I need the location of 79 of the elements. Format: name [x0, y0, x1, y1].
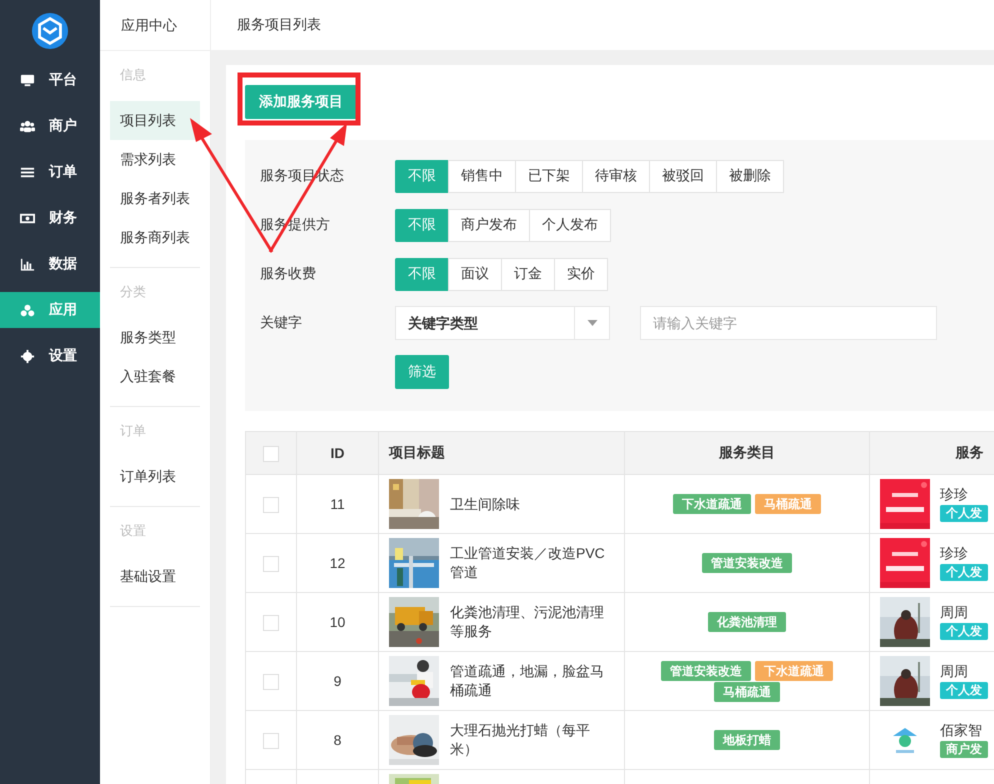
filter-option[interactable]: 面议 [448, 258, 502, 290]
provider-name: 周周 [940, 663, 968, 681]
nav-item[interactable]: 财务 [0, 200, 100, 236]
select-all-checkbox[interactable] [263, 446, 279, 462]
table-cell: 9 [334, 673, 342, 689]
keyword-input[interactable]: 请输入关键字 [640, 306, 937, 340]
filter-option[interactable]: 个人发布 [529, 208, 611, 242]
column-header: ID [330, 445, 344, 461]
table-cell: 10 [330, 614, 346, 630]
logo-icon [31, 12, 69, 50]
group-label: 分类 [119, 283, 147, 301]
provider-type-tag: 商户发 [940, 741, 988, 758]
provider-name: 珍珍 [940, 486, 968, 504]
column-header: 服务 [956, 444, 984, 460]
table-cell: 8 [334, 732, 342, 748]
provider-type-tag: 个人发 [940, 682, 988, 699]
provider-type-tag: 个人发 [940, 505, 988, 522]
row-checkbox[interactable] [263, 732, 279, 749]
filter-option[interactable]: 已下架 [515, 160, 583, 192]
group-label: 设置 [119, 522, 147, 540]
filter-option[interactable]: 被删除 [716, 160, 784, 192]
nav-item[interactable]: 商户 [0, 108, 100, 144]
row-checkbox[interactable] [263, 556, 279, 572]
group-label: 信息 [119, 66, 147, 84]
filter-option[interactable]: 商户发布 [448, 208, 530, 242]
filter-option[interactable]: 销售中 [448, 160, 516, 192]
table-cell: 12 [330, 555, 346, 571]
category-tag: 下水道疏通 [755, 660, 833, 680]
provider-type-tag: 个人发 [940, 623, 988, 640]
menu-item[interactable]: 基础设置 [110, 557, 200, 596]
provider-type-tag: 个人发 [940, 564, 988, 581]
nav-item[interactable]: 订单 [0, 154, 100, 190]
nav-item[interactable]: 设置 [0, 338, 100, 374]
filter-option[interactable]: 被驳回 [649, 160, 717, 192]
filter-option[interactable]: 待审核 [582, 160, 650, 192]
category-tag: 马桶疏通 [755, 494, 821, 514]
row-checkbox[interactable] [263, 496, 279, 513]
bar-chart-icon [20, 256, 35, 272]
caret-icon [586, 320, 598, 326]
provider-name: 珍珍 [940, 545, 968, 563]
item-title: 卫生间除味 [450, 494, 521, 514]
category-tag: 马桶疏通 [714, 682, 780, 702]
keyword-type-dropdown[interactable]: 关键字类型 [395, 306, 610, 340]
item-title: 工业管道安装／改造PVC管道 [450, 544, 606, 582]
filter-label: 关键字 [260, 314, 303, 332]
category-tag: 下水道疏通 [673, 494, 751, 514]
category-tag: 化粪池清理 [708, 612, 786, 632]
category-tag: 地板打蜡 [714, 730, 780, 750]
provider-name: 佰家智 [940, 722, 982, 740]
column-header: 服务类目 [719, 444, 775, 460]
category-tag: 管道安装改造 [702, 553, 792, 573]
column-header: 项目标题 [389, 444, 445, 460]
item-title: 化粪池清理、污泥池清理等服务 [450, 603, 605, 641]
menu-item[interactable]: 入驻套餐 [110, 357, 200, 396]
filter-label: 服务收费 [260, 265, 317, 283]
item-title: 管道疏通，地漏，脸盆马桶疏通 [450, 662, 605, 700]
menu-item[interactable]: 服务商列表 [110, 218, 200, 257]
monitor-icon [20, 72, 35, 88]
row-checkbox[interactable] [263, 614, 279, 631]
table-cell: 11 [330, 496, 345, 512]
nav-item[interactable]: 平台 [0, 62, 100, 98]
item-title: 大理石抛光打蜡（每平米） [450, 721, 591, 759]
users-icon [20, 118, 35, 134]
group-label: 订单 [119, 422, 147, 440]
settings-icon [20, 348, 35, 364]
menu-item[interactable]: 服务类型 [110, 318, 200, 357]
row-checkbox[interactable] [263, 674, 279, 690]
menu-item[interactable]: 需求列表 [110, 140, 200, 179]
section-title: 应用中心 [100, 0, 210, 51]
menu-item[interactable]: 服务者列表 [110, 179, 200, 218]
cubes-icon [20, 302, 35, 318]
nav-item[interactable]: 数据 [0, 246, 100, 282]
filter-option[interactable]: 实价 [554, 258, 608, 290]
filter-option[interactable]: 订金 [501, 258, 555, 290]
menu-item[interactable]: 订单列表 [110, 457, 200, 496]
provider-name: 周周 [940, 604, 968, 622]
page-title: 服务项目列表 [237, 16, 321, 34]
menu-item[interactable]: 项目列表 [110, 101, 200, 140]
category-tag: 管道安装改造 [661, 660, 751, 680]
